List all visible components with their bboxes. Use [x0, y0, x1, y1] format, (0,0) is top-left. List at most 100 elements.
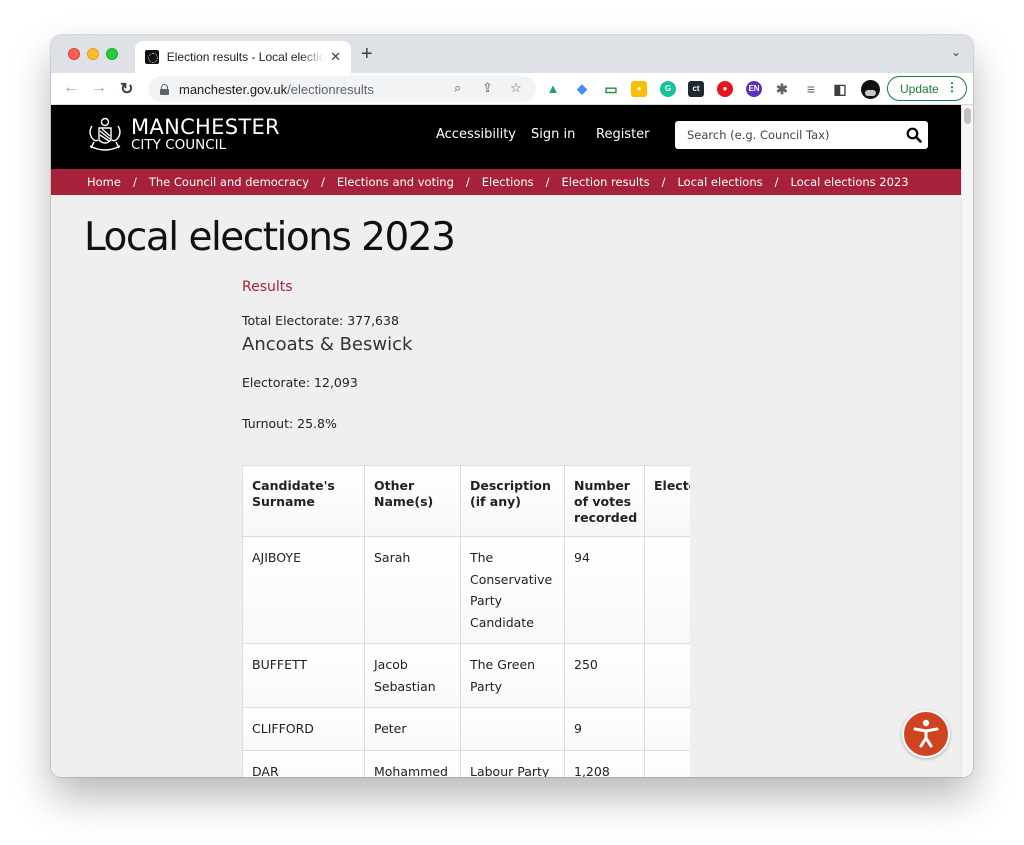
- breadcrumb-separator: /: [321, 175, 325, 189]
- google-keep-icon[interactable]: ●: [631, 81, 647, 97]
- google-drive-icon[interactable]: ▲: [545, 81, 561, 97]
- site-logo[interactable]: MANCHESTER CITY COUNCIL: [85, 116, 280, 154]
- page-scrollbar[interactable]: [961, 105, 973, 777]
- update-label: Update: [900, 81, 939, 96]
- cell-votes: 94: [564, 536, 645, 644]
- nav-sign-in-link[interactable]: Sign in: [531, 127, 575, 142]
- cell-elected: [644, 707, 690, 751]
- cell-votes: 1,208: [564, 749, 645, 777]
- cell-description: Labour Party: [460, 749, 565, 777]
- cell-surname: CLIFFORD: [242, 707, 365, 751]
- side-panel-icon[interactable]: ◧: [832, 81, 848, 97]
- url-path: /electionresults: [287, 81, 374, 97]
- cell-surname: AJIBOYE: [242, 536, 365, 644]
- url-host: manchester.gov.uk: [179, 81, 288, 97]
- tab-election-results[interactable]: Election results - Local elections 2023 …: [135, 41, 351, 73]
- header-elected: Elected: [644, 465, 690, 537]
- cell-other-names: Mohammed Majid: [364, 749, 461, 777]
- bookmark-star-icon[interactable]: ☆: [510, 80, 522, 96]
- cell-other-names: Peter: [364, 707, 461, 751]
- tab-strip: Election results - Local elections 2023 …: [51, 35, 973, 73]
- cell-other-names: Sarah: [364, 536, 461, 644]
- breadcrumb-election-results[interactable]: Election results: [562, 175, 650, 189]
- cell-surname: DAR: [242, 749, 365, 777]
- cell-votes: 250: [564, 643, 645, 708]
- results-table-scroll[interactable]: Candidate's Surname Other Name(s) Descri…: [242, 465, 690, 777]
- media-controls-icon[interactable]: ≡: [803, 81, 819, 97]
- record-icon[interactable]: ●: [717, 81, 733, 97]
- header-description: Description (if any): [460, 465, 565, 537]
- breadcrumb-council-democracy[interactable]: The Council and democracy: [149, 175, 309, 189]
- tab-title: Election results - Local elections 2023: [166, 50, 325, 64]
- tab-search-chevron-icon[interactable]: ⌄: [951, 45, 961, 59]
- breadcrumb-local-elections-2023[interactable]: Local elections 2023: [791, 175, 909, 189]
- header-other-names: Other Name(s): [364, 465, 461, 537]
- results-table: Candidate's Surname Other Name(s) Descri…: [242, 465, 690, 777]
- tab-close-icon[interactable]: ✕: [330, 49, 341, 65]
- profile-avatar[interactable]: [861, 80, 880, 99]
- results-section: Results Total Electorate: 377,638 Ancoat…: [242, 279, 762, 431]
- ward-name: Ancoats & Beswick: [242, 334, 413, 355]
- cell-elected: [644, 536, 690, 644]
- share-icon[interactable]: ⇪: [482, 80, 493, 96]
- site-header: MANCHESTER CITY COUNCIL Accessibility Si…: [51, 105, 961, 169]
- nav-register-link[interactable]: Register: [596, 127, 650, 142]
- breadcrumb-local-elections[interactable]: Local elections: [677, 175, 762, 189]
- en-extension-icon[interactable]: EN: [746, 81, 762, 97]
- back-arrow-icon[interactable]: ←: [63, 79, 79, 97]
- logo-line2: CITY COUNCIL: [131, 137, 227, 153]
- breadcrumb-separator: /: [465, 175, 470, 189]
- cell-surname: BUFFETT: [242, 643, 365, 708]
- browser-window: Election results - Local elections 2023 …: [51, 35, 973, 777]
- breadcrumb-elections-voting[interactable]: Elections and voting: [337, 175, 454, 189]
- ward-electorate: Electorate: 12,093: [242, 375, 358, 390]
- breadcrumb-separator: /: [132, 175, 137, 189]
- zoom-search-icon[interactable]: ⌕: [454, 80, 461, 96]
- minimize-window-button[interactable]: [87, 48, 99, 60]
- breadcrumb-separator: /: [545, 175, 550, 189]
- cell-other-names: Jacob Sebastian: [364, 643, 461, 708]
- update-button[interactable]: Update ⋮: [887, 76, 967, 101]
- search-input[interactable]: [687, 128, 897, 142]
- page-title: Local elections 2023: [84, 215, 456, 260]
- browser-toolbar: ← → ↻ manchester.gov.uk/electionresults …: [51, 73, 973, 105]
- cell-elected: [644, 643, 690, 708]
- accessibility-person-icon: [913, 719, 939, 748]
- breadcrumb-separator: /: [661, 175, 666, 189]
- new-tab-button[interactable]: +: [361, 43, 373, 66]
- breadcrumb-elections[interactable]: Elections: [482, 175, 534, 189]
- table-row: AJIBOYE Sarah The Conservative Party Can…: [242, 536, 690, 644]
- breadcrumb: Home / The Council and democracy / Elect…: [51, 169, 961, 195]
- header-votes: Number of votes recorded: [564, 465, 645, 537]
- forward-arrow-icon[interactable]: →: [91, 79, 107, 97]
- table-row: CLIFFORD Peter 9: [242, 707, 690, 751]
- total-electorate: Total Electorate: 377,638: [242, 313, 399, 328]
- ward-turnout: Turnout: 25.8%: [242, 416, 337, 431]
- screenshot-icon[interactable]: ▭: [603, 81, 619, 97]
- close-window-button[interactable]: [68, 48, 80, 60]
- reload-icon[interactable]: ↻: [120, 79, 133, 99]
- nav-accessibility-link[interactable]: Accessibility: [436, 127, 516, 142]
- grammarly-icon[interactable]: G: [660, 81, 676, 97]
- ct-extension-icon[interactable]: ct: [688, 81, 704, 97]
- more-menu-icon[interactable]: ⋮: [946, 80, 958, 94]
- cell-description: [460, 707, 565, 751]
- accessibility-widget-button[interactable]: [902, 710, 950, 758]
- table-header-row: Candidate's Surname Other Name(s) Descri…: [242, 465, 690, 537]
- cell-description: The Green Party: [460, 643, 565, 708]
- scrollbar-thumb[interactable]: [964, 108, 971, 124]
- maximize-window-button[interactable]: [106, 48, 118, 60]
- breadcrumb-home[interactable]: Home: [87, 175, 121, 189]
- site-search: [675, 121, 928, 149]
- lock-icon[interactable]: [160, 83, 169, 95]
- results-heading: Results: [242, 279, 293, 295]
- breadcrumb-separator: /: [774, 175, 779, 189]
- address-bar[interactable]: manchester.gov.uk/electionresults ⌕ ⇪ ☆: [148, 76, 536, 102]
- table-row: BUFFETT Jacob Sebastian The Green Party …: [242, 643, 690, 708]
- puzzle-extensions-icon[interactable]: ✱: [774, 81, 790, 97]
- cell-elected: [644, 749, 690, 777]
- site-favicon-icon: [145, 50, 159, 64]
- extension-blue-icon[interactable]: ◆: [574, 81, 590, 97]
- table-row: DAR Mohammed Majid Labour Party 1,208: [242, 749, 690, 777]
- search-icon[interactable]: [906, 127, 922, 143]
